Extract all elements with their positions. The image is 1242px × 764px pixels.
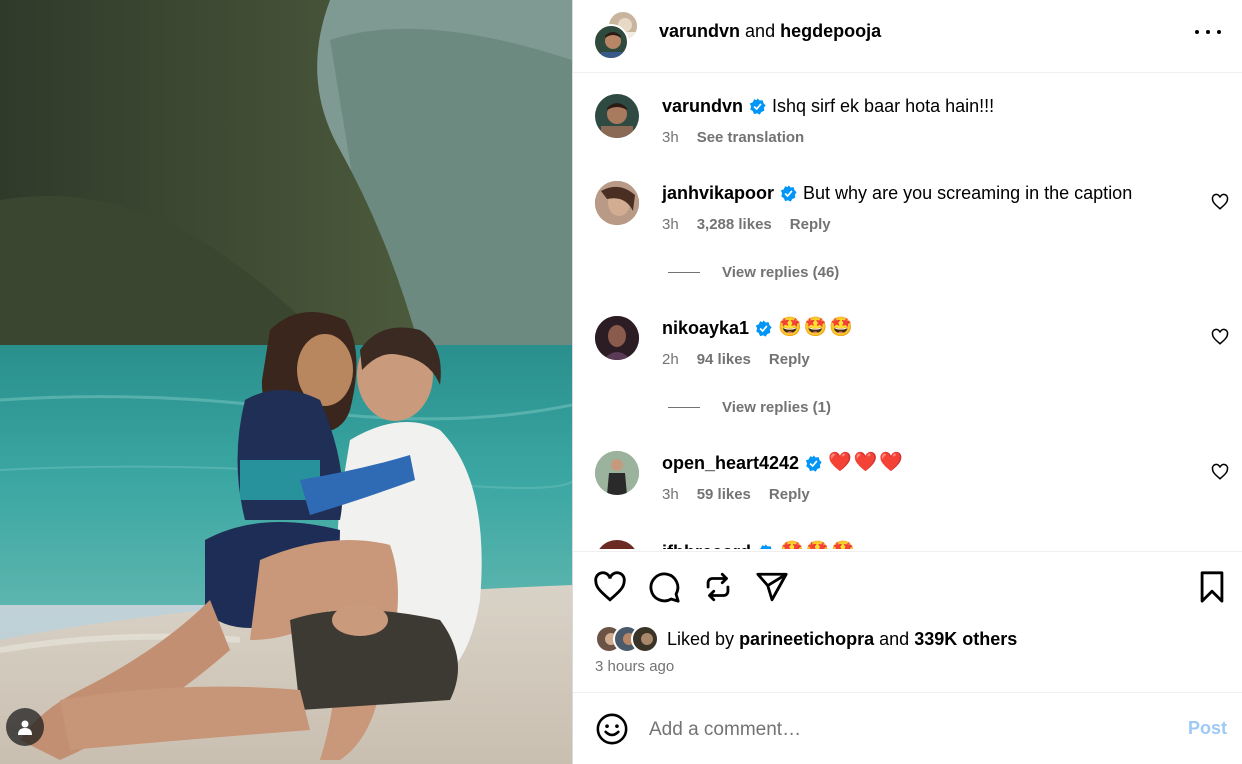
post-photo[interactable] [0,0,572,764]
heart-icon[interactable] [1211,463,1229,481]
instagram-post-view: varundvn and hegdepooja varundvn Ishq si… [0,0,1242,764]
heart-icon[interactable] [593,570,627,604]
heart-icon[interactable] [1211,193,1229,211]
avatar[interactable] [595,181,639,225]
bookmark-icon[interactable] [1195,570,1229,604]
comment-text: 🤩🤩🤩 [780,540,857,549]
repost-icon[interactable] [701,570,735,604]
avatar [631,625,659,653]
likes-summary: Liked by parineetichopra and 339K others [595,624,1017,654]
comment-text: ❤️❤️❤️ [828,452,906,473]
reply-button[interactable]: Reply [769,351,810,368]
post-details-panel: varundvn and hegdepooja varundvn Ishq si… [572,0,1242,764]
view-replies-button[interactable]: View replies (1) [668,399,831,416]
comment-text: But why are you screaming in the caption [803,183,1133,203]
username[interactable]: janhvikapoor [662,181,774,205]
liker-avatars [595,624,665,654]
liked-by-prefix: Liked by [667,628,735,649]
user-tag-button[interactable] [6,708,44,746]
username[interactable]: nikoayka1 [662,316,749,340]
coauthor-link[interactable]: hegdepooja [780,21,881,41]
username[interactable]: varundvn [662,94,743,118]
smiley-icon[interactable] [595,712,629,746]
likes-count-link[interactable]: 339K others [914,629,1017,650]
share-icon[interactable] [755,570,789,604]
post-header: varundvn and hegdepooja [573,0,1242,73]
verified-badge-icon [780,184,797,202]
avatar[interactable] [595,451,639,495]
reply-button[interactable]: Reply [769,486,810,503]
comment-time: 3h [662,486,679,503]
comment-composer: Post [573,694,1242,764]
comment-likes[interactable]: 3,288 likes [697,216,772,233]
reply-button[interactable]: Reply [790,216,831,233]
more-options-icon[interactable] [1195,22,1221,42]
verified-badge-icon [805,454,822,472]
post-button[interactable]: Post [1188,718,1227,739]
comment-likes[interactable]: 94 likes [697,351,751,368]
liker-link[interactable]: parineetichopra [739,629,874,650]
avatar[interactable] [595,94,639,138]
comment-time: 3h [662,216,679,233]
caption-time: 3h [662,129,679,146]
see-translation-link[interactable]: See translation [697,129,805,146]
caption-text: Ishq sirf ek baar hota hain!!! [772,96,995,116]
verified-badge-icon [755,319,772,337]
avatar[interactable] [595,540,639,549]
author-link[interactable]: varundvn [659,21,740,41]
username[interactable]: ifbbrecord [662,540,751,549]
user-tag-icon [18,720,32,735]
verified-badge-icon [749,97,766,115]
username[interactable]: open_heart4242 [662,451,799,475]
collab-avatars[interactable] [593,10,641,60]
and-text: and [745,21,776,41]
view-replies-button[interactable]: View replies (46) [668,264,839,281]
post-authors: varundvn and hegdepooja [659,20,881,42]
comments-list[interactable]: varundvn Ishq sirf ek baar hota hain!!! … [573,74,1242,549]
post-image [0,0,572,764]
comment-icon[interactable] [647,570,681,604]
comment-text: 🤩🤩🤩 [778,317,856,338]
avatar [593,24,629,60]
avatar[interactable] [595,316,639,360]
comment-likes[interactable]: 59 likes [697,486,751,503]
post-actions: Liked by parineetichopra and 339K others… [573,551,1242,693]
comment-input[interactable] [649,716,1149,744]
heart-icon[interactable] [1211,328,1229,346]
and-text: and [879,628,910,649]
post-timestamp[interactable]: 3 hours ago [595,658,674,675]
verified-badge-icon [757,543,772,549]
comment-time: 2h [662,351,679,368]
